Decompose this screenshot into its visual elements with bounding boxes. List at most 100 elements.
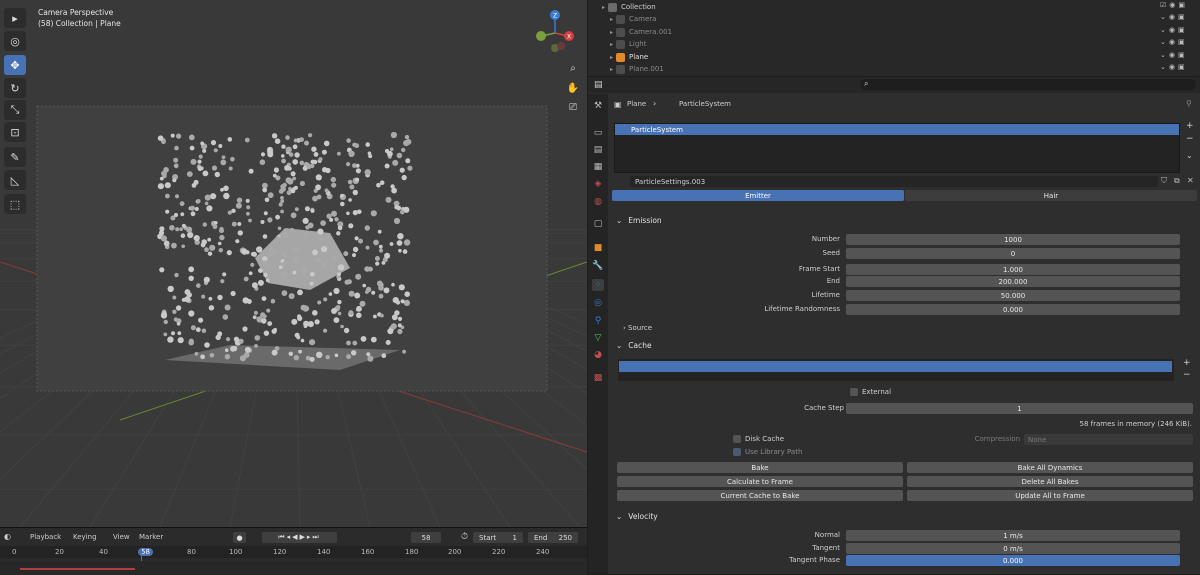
move-tool-icon[interactable]: ✥: [4, 55, 26, 75]
outliner-row[interactable]: ▸ Light ⌄◉▣: [588, 38, 1200, 50]
outliner-row[interactable]: ▸ Collection ☑◉▣: [588, 1, 1200, 13]
scale-tool-icon[interactable]: ⤡: [4, 100, 26, 120]
view-layer-tab-icon[interactable]: ▦: [592, 161, 604, 173]
texture-tab-icon[interactable]: ▩: [592, 372, 604, 384]
timeline-editor[interactable]: ◐ Playback Keying View Marker ● ⏮◂◀▶▸⏭ 5…: [0, 527, 587, 575]
render-tab-icon[interactable]: ▭: [592, 127, 604, 139]
outliner-row[interactable]: ▸ Camera.001 ⌄◉▣: [588, 26, 1200, 38]
velocity-field-value[interactable]: 1 m/s: [846, 530, 1180, 541]
world-tab-icon[interactable]: ◍: [592, 196, 604, 208]
output-tab-icon[interactable]: ▤: [592, 144, 604, 156]
calculate-to-frame-button[interactable]: Calculate to Frame: [617, 476, 903, 487]
add-cube-tool-icon[interactable]: ⬚: [4, 194, 26, 214]
visibility-toggles[interactable]: ☑◉▣: [1160, 1, 1188, 9]
transform-tool-icon[interactable]: ⊡: [4, 122, 26, 142]
menu-keying[interactable]: Keying: [73, 533, 97, 541]
physics-tab-icon[interactable]: ◎: [592, 297, 604, 309]
visibility-toggles[interactable]: ⌄◉▣: [1160, 38, 1188, 46]
velocity-field-value[interactable]: 0 m/s: [846, 543, 1180, 554]
bake-all-dynamics-button[interactable]: Bake All Dynamics: [907, 462, 1193, 473]
visibility-toggles[interactable]: ⌄◉▣: [1160, 13, 1188, 21]
tab-emitter[interactable]: Emitter: [612, 190, 904, 201]
emission-field-value[interactable]: 0.000: [846, 304, 1180, 315]
particles-tab-icon[interactable]: ⁘: [592, 279, 604, 291]
cursor-tool-icon[interactable]: ◎: [4, 31, 26, 51]
collection-tab-icon[interactable]: ▢: [592, 218, 604, 230]
expand-arrow-icon[interactable]: ▸: [588, 66, 616, 73]
update-all-to-frame-button[interactable]: Update All to Frame: [907, 490, 1193, 501]
bake-button[interactable]: Bake: [617, 462, 903, 473]
navigation-gizmo[interactable]: Z X: [528, 8, 578, 58]
3d-viewport[interactable]: Camera Perspective (58) Collection | Pla…: [0, 0, 587, 527]
start-frame-field[interactable]: Start 1: [473, 532, 523, 543]
scene-tab-icon[interactable]: ◈: [592, 178, 604, 190]
list-specials-icon[interactable]: ⌄: [1186, 151, 1193, 160]
emission-panel-header[interactable]: ⌄ Emission: [612, 213, 1198, 227]
tool-tab-icon[interactable]: ⚒: [592, 100, 604, 112]
current-cache-to-bake-button[interactable]: Current Cache to Bake: [617, 490, 903, 501]
expand-arrow-icon[interactable]: ▸: [588, 16, 616, 23]
duplicate-icon[interactable]: ⧉: [1174, 176, 1180, 186]
playback-controls[interactable]: ⏮◂◀▶▸⏭: [262, 532, 337, 543]
menu-playback[interactable]: Playback: [30, 533, 61, 541]
emission-field-value[interactable]: 0: [846, 248, 1180, 259]
expand-arrow-icon[interactable]: ▸: [588, 54, 616, 61]
external-checkbox[interactable]: External: [850, 388, 891, 396]
properties-search-input[interactable]: ⌕: [860, 79, 1196, 90]
tab-hair[interactable]: Hair: [905, 190, 1197, 201]
cache-step-field[interactable]: 1: [846, 403, 1193, 414]
disk-cache-checkbox[interactable]: Disk Cache: [733, 435, 784, 443]
current-frame-field[interactable]: 58: [411, 532, 441, 543]
outliner[interactable]: ▸ Collection ☑◉▣ ▸ Camera ⌄◉▣ ▸ Camera.001 ⌄◉▣ ▸ L…: [588, 0, 1200, 76]
delete-all-bakes-button[interactable]: Delete All Bakes: [907, 476, 1193, 487]
camera-view-icon[interactable]: ⎚: [565, 99, 581, 115]
constraints-tab-icon[interactable]: ⚲: [592, 315, 604, 327]
expand-arrow-icon[interactable]: ▸: [588, 4, 608, 11]
cache-add-icon[interactable]: +: [1183, 358, 1191, 368]
outliner-row[interactable]: ▸ Plane ⌄◉▣: [588, 51, 1200, 63]
emission-field-value[interactable]: 200.000: [846, 276, 1180, 287]
material-tab-icon[interactable]: ◕: [592, 349, 604, 361]
use-library-path-checkbox[interactable]: Use Library Path: [733, 448, 802, 456]
compression-select[interactable]: None: [1024, 434, 1193, 445]
editor-type-clock-icon[interactable]: ◐: [4, 532, 18, 543]
modifier-tab-icon[interactable]: 🔧: [592, 260, 604, 272]
outliner-row[interactable]: ▸ Plane.001 ⌄◉▣: [588, 63, 1200, 75]
menu-marker[interactable]: Marker: [139, 533, 163, 541]
stopwatch-icon[interactable]: ⏱: [461, 532, 468, 542]
end-frame-field[interactable]: End 250: [528, 532, 578, 543]
add-slot-icon[interactable]: +: [1186, 121, 1194, 131]
fake-user-shield-icon[interactable]: ⛉: [1161, 176, 1167, 186]
emission-field-value[interactable]: 50.000: [846, 290, 1180, 301]
unlink-icon[interactable]: ✕: [1187, 176, 1194, 185]
expand-arrow-icon[interactable]: ▸: [588, 29, 616, 36]
cache-panel-header[interactable]: ⌄ Cache: [612, 338, 1198, 352]
visibility-toggles[interactable]: ⌄◉▣: [1160, 51, 1188, 59]
source-subpanel[interactable]: › Source: [623, 324, 652, 332]
cache-list-item[interactable]: [619, 361, 1172, 372]
emission-field-value[interactable]: 1.000: [846, 264, 1180, 275]
rotate-tool-icon[interactable]: ↻: [4, 78, 26, 98]
visibility-toggles[interactable]: ⌄◉▣: [1160, 26, 1188, 34]
velocity-field-value[interactable]: 0.000: [846, 555, 1180, 566]
menu-view[interactable]: View: [113, 533, 130, 541]
object-tab-icon[interactable]: ■: [592, 242, 604, 254]
pin-icon[interactable]: ⚲: [1186, 99, 1192, 108]
record-icon[interactable]: ●: [233, 532, 246, 543]
pan-hand-icon[interactable]: ✋: [565, 80, 581, 96]
velocity-panel-header[interactable]: ⌄ Velocity: [612, 509, 1198, 523]
select-tool-icon[interactable]: ▸: [4, 8, 26, 28]
visibility-toggles[interactable]: ⌄◉▣: [1160, 63, 1188, 71]
particle-system-item[interactable]: ParticleSystem: [615, 124, 1179, 135]
measure-tool-icon[interactable]: ◺: [4, 170, 26, 190]
emission-field-value[interactable]: 1000: [846, 234, 1180, 245]
cache-remove-icon[interactable]: −: [1183, 370, 1191, 380]
annotate-tool-icon[interactable]: ✎: [4, 147, 26, 167]
remove-slot-icon[interactable]: −: [1186, 134, 1194, 144]
expand-arrow-icon[interactable]: ▸: [588, 41, 616, 48]
outliner-row[interactable]: ▸ Camera ⌄◉▣: [588, 13, 1200, 25]
zoom-icon[interactable]: ⌕: [565, 60, 581, 76]
data-tab-icon[interactable]: ▽: [592, 332, 604, 344]
editor-type-icon[interactable]: ▤: [594, 80, 603, 90]
particle-settings-field[interactable]: ParticleSettings.003: [630, 176, 1158, 187]
